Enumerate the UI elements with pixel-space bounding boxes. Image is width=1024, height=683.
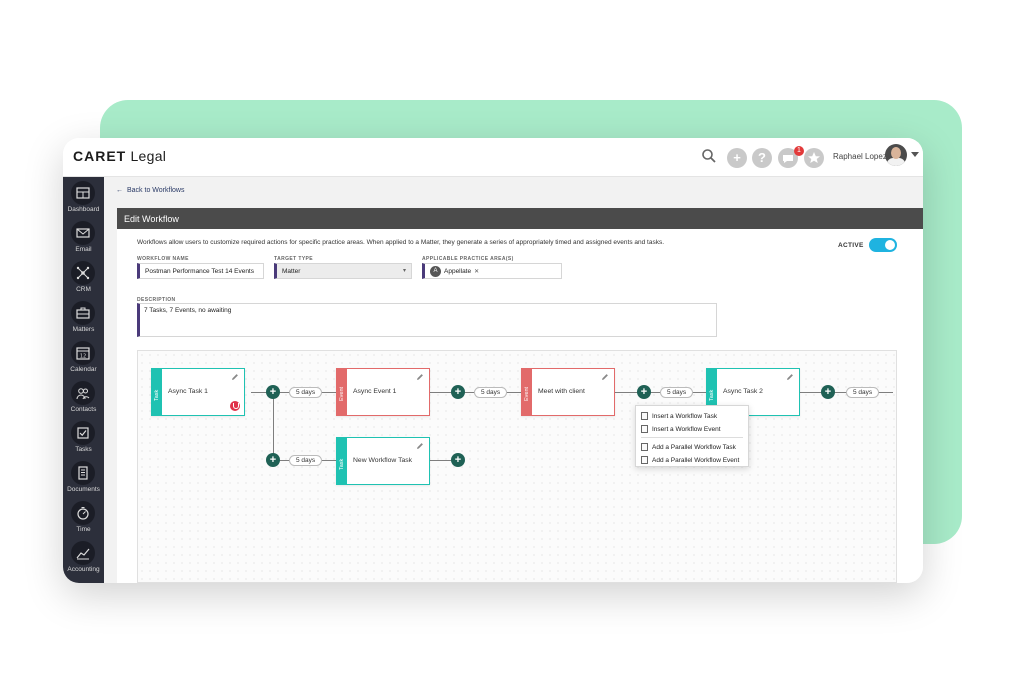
search-icon[interactable]	[701, 148, 717, 164]
target-type-select[interactable]: Matter ▾	[274, 263, 412, 279]
back-to-workflows-link[interactable]: ← Back to Workflows	[116, 187, 184, 194]
pencil-icon[interactable]	[416, 373, 424, 381]
pencil-icon[interactable]	[416, 442, 424, 450]
plus-icon[interactable]: +	[727, 148, 747, 168]
document-icon	[71, 461, 95, 485]
envelope-icon	[71, 221, 95, 245]
pencil-icon[interactable]	[231, 373, 239, 381]
main-content: ← Back to Workflows Edit Workflow Workflo…	[104, 177, 923, 583]
chart-icon	[71, 541, 95, 565]
workflow-canvas[interactable]: Task Async Task 1 + 5 days Event Async E…	[137, 350, 897, 583]
sidebar-item-contacts[interactable]: Contacts	[63, 379, 104, 419]
sidebar-item-email[interactable]: Email	[63, 219, 104, 259]
delay-badge[interactable]: 5 days	[846, 387, 880, 398]
sidebar: Dashboard Email CRM Matters 12 Calendar …	[63, 177, 104, 583]
arrow-left-icon: ←	[116, 187, 123, 194]
workflow-card-event[interactable]: Event Async Event 1	[336, 368, 430, 416]
add-step-button[interactable]: +	[637, 385, 651, 399]
menu-item-insert-event[interactable]: Insert a Workflow Event	[641, 423, 721, 435]
chevron-down-icon[interactable]	[911, 152, 919, 157]
pencil-icon[interactable]	[601, 373, 609, 381]
add-step-button[interactable]: +	[451, 385, 465, 399]
active-toggle[interactable]	[869, 238, 897, 252]
intro-text: Workflows allow users to customize requi…	[137, 239, 665, 246]
sidebar-item-documents[interactable]: Documents	[63, 459, 104, 499]
sidebar-item-matters[interactable]: Matters	[63, 299, 104, 339]
dashboard-icon	[71, 181, 95, 205]
practice-area-chip: A Appellate ✕	[430, 266, 479, 277]
document-icon	[641, 412, 648, 420]
delay-badge[interactable]: 5 days	[474, 387, 508, 398]
description-field[interactable]: 7 Tasks, 7 Events, no awaiting	[137, 303, 717, 337]
help-icon[interactable]: ?	[752, 148, 772, 168]
toggle-knob	[885, 240, 895, 250]
menu-item-parallel-event[interactable]: Add a Parallel Workflow Event	[641, 454, 739, 466]
network-icon	[71, 261, 95, 285]
delay-badge[interactable]: 5 days	[289, 387, 323, 398]
sidebar-item-crm[interactable]: CRM	[63, 259, 104, 299]
practice-area-label: APPLICABLE PRACTICE AREA(S)	[422, 256, 514, 262]
workflow-name-field[interactable]: Postman Performance Test 14 Events	[137, 263, 264, 279]
sidebar-item-accounting[interactable]: Accounting	[63, 539, 104, 579]
add-step-button[interactable]: +	[821, 385, 835, 399]
chip-initial: A	[430, 266, 441, 277]
avatar[interactable]	[885, 144, 907, 166]
timer-icon	[71, 501, 95, 525]
workflow-card-task[interactable]: Task New Workflow Task	[336, 437, 430, 485]
workflow-name-label: WORKFLOW NAME	[137, 256, 189, 262]
chevron-down-icon: ▾	[402, 268, 406, 274]
calendar-icon: 12	[71, 341, 95, 365]
pencil-icon[interactable]	[786, 373, 794, 381]
document-icon	[641, 425, 648, 433]
user-name[interactable]: Raphael Lopez	[833, 152, 887, 161]
sidebar-item-time[interactable]: Time	[63, 499, 104, 539]
checkbox-icon	[71, 421, 95, 445]
target-type-label: TARGET TYPE	[274, 256, 314, 262]
people-icon	[71, 381, 95, 405]
sidebar-item-calendar[interactable]: 12 Calendar	[63, 339, 104, 379]
add-step-button[interactable]: +	[266, 453, 280, 467]
close-icon[interactable]: ✕	[474, 268, 479, 275]
menu-item-parallel-task[interactable]: Add a Parallel Workflow Task	[641, 441, 736, 453]
svg-text:12: 12	[80, 354, 86, 360]
sidebar-item-tasks[interactable]: Tasks	[63, 419, 104, 459]
menu-divider	[641, 437, 743, 438]
connector-line	[273, 392, 274, 461]
notification-badge: 1	[794, 146, 804, 156]
delay-badge[interactable]: 5 days	[660, 387, 694, 398]
sidebar-item-dashboard[interactable]: Dashboard	[63, 179, 104, 219]
app-window: CARET Legal + ? 1 Raphael Lopez Dashboar…	[63, 138, 923, 583]
active-label: ACTIVE	[838, 242, 864, 249]
delay-badge[interactable]: 5 days	[289, 455, 323, 466]
hand-icon	[230, 401, 240, 411]
page-title: Edit Workflow	[124, 214, 179, 224]
practice-area-field[interactable]: A Appellate ✕	[422, 263, 562, 279]
document-icon	[641, 443, 648, 451]
edit-workflow-panel: Workflows allow users to customize requi…	[117, 229, 923, 583]
menu-item-insert-task[interactable]: Insert a Workflow Task	[641, 410, 717, 422]
top-bar: CARET Legal + ? 1 Raphael Lopez	[63, 138, 923, 177]
add-step-button[interactable]: +	[266, 385, 280, 399]
star-icon[interactable]	[804, 148, 824, 168]
workflow-card-event[interactable]: Event Meet with client	[521, 368, 615, 416]
insert-context-menu: Insert a Workflow Task Insert a Workflow…	[635, 405, 749, 467]
app-logo[interactable]: CARET Legal	[73, 148, 166, 164]
add-step-button[interactable]: +	[451, 453, 465, 467]
page-title-bar: Edit Workflow	[117, 208, 923, 229]
briefcase-icon	[71, 301, 95, 325]
document-icon	[641, 456, 648, 464]
workflow-card-task[interactable]: Task Async Task 1	[151, 368, 245, 416]
